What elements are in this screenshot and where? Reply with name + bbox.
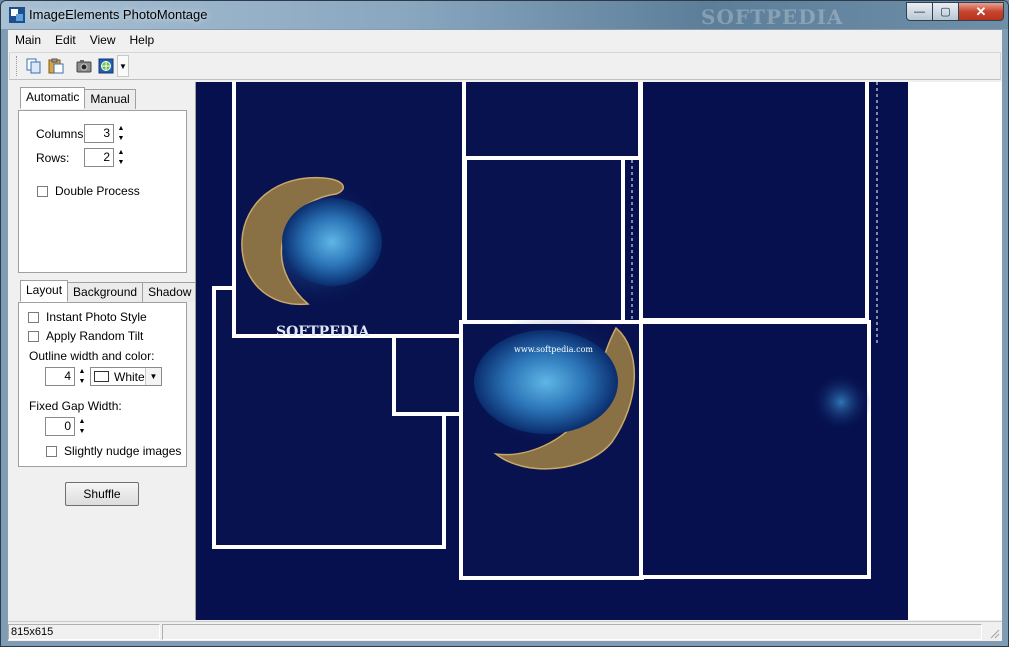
title-bar[interactable]: ImageElements PhotoMontage SOFTPEDIA — ▢… [1,1,1008,29]
paste-button[interactable] [45,55,67,77]
copy-icon [26,58,41,74]
outline-width-input[interactable]: 4 [45,367,75,386]
tab-manual[interactable]: Manual [84,89,136,109]
nudge-row[interactable]: Slightly nudge images [46,444,181,458]
mode-tabs: Automatic Manual [20,87,136,109]
menu-bar: Main Edit View Help [8,30,1002,50]
outline-width-spinner[interactable]: ▲ ▼ [77,367,87,386]
spin-up-icon[interactable]: ▲ [79,367,86,376]
instant-photo-row[interactable]: Instant Photo Style [28,310,147,324]
spin-down-icon[interactable]: ▼ [79,427,86,436]
tab-layout[interactable]: Layout [20,280,69,302]
app-icon [9,7,25,23]
rows-row: Rows: 2 ▲ ▼ [36,148,126,167]
close-button[interactable]: ✕ [958,2,1004,21]
title-watermark: SOFTPEDIA [701,5,844,29]
menu-edit[interactable]: Edit [48,30,83,50]
montage-canvas[interactable]: SOFTPEDIA www.softpedia.com [196,82,908,620]
status-message [162,624,982,640]
camera-icon [76,60,92,73]
columns-spinner[interactable]: ▲ ▼ [116,124,126,143]
gap-width-input[interactable]: 0 [45,417,75,436]
status-bar: 815x615 [8,621,1002,641]
rows-spinner[interactable]: ▲ ▼ [116,148,126,167]
window-title: ImageElements PhotoMontage [29,7,208,22]
outline-label-row: Outline width and color: [29,349,154,363]
camera-button[interactable] [73,55,95,77]
random-tilt-label: Apply Random Tilt [46,329,144,343]
spin-down-icon[interactable]: ▼ [118,134,125,143]
settings-panel: Automatic Manual Columns: 3 ▲ ▼ Rows: 2 … [8,82,198,620]
nudge-checkbox[interactable] [46,445,57,457]
gap-label: Fixed Gap Width: [29,399,122,413]
photo-frame-right[interactable] [639,320,871,579]
resize-grip-icon[interactable] [988,627,1000,639]
gap-row: 0 ▲ ▼ [45,417,87,436]
rows-input[interactable]: 2 [84,148,114,167]
style-tabs: Layout Background Shadow [20,280,198,302]
gap-width-spinner[interactable]: ▲ ▼ [77,417,87,436]
rows-label: Rows: [36,150,70,165]
outline-label: Outline width and color: [29,349,155,363]
instant-photo-label: Instant Photo Style [46,310,147,324]
client-area: Main Edit View Help ▼ Automatic Manual C… [7,29,1003,642]
copy-button[interactable] [23,55,45,77]
tab-automatic[interactable]: Automatic [20,87,86,109]
island-photo[interactable]: www.softpedia.com [459,312,646,580]
photo-frame[interactable] [639,82,869,322]
url-watermark: www.softpedia.com [514,345,593,354]
photo-frame[interactable] [392,334,468,416]
web-icon [98,58,114,74]
columns-input[interactable]: 3 [84,124,114,143]
status-dimensions: 815x615 [8,624,160,640]
chevron-down-icon[interactable]: ▼ [145,368,161,385]
menu-view[interactable]: View [83,30,123,50]
web-button[interactable] [95,55,117,77]
menu-help[interactable]: Help [123,30,162,50]
photo-frame[interactable] [463,156,625,340]
spin-down-icon[interactable]: ▼ [79,377,86,386]
double-process-checkbox[interactable] [37,185,48,197]
outline-color-select[interactable]: White ▼ [90,367,162,386]
island-photo[interactable]: SOFTPEDIA [232,82,466,340]
tab-shadow[interactable]: Shadow [142,282,198,302]
outline-row: 4 ▲ ▼ White ▼ [45,367,162,386]
columns-label: Columns: [36,126,87,141]
menu-main[interactable]: Main [8,30,48,50]
outline-color-swatch [94,371,109,382]
web-dropdown[interactable]: ▼ [117,55,129,77]
gap-label-row: Fixed Gap Width: [29,399,122,413]
outline-color-label: White [114,369,145,384]
columns-row: Columns: 3 ▲ ▼ [36,124,126,143]
app-window: ImageElements PhotoMontage SOFTPEDIA — ▢… [0,0,1009,647]
instant-photo-checkbox[interactable] [28,311,39,323]
automatic-tab-panel: Columns: 3 ▲ ▼ Rows: 2 ▲ ▼ Double Proces… [18,110,187,273]
random-tilt-row[interactable]: Apply Random Tilt [28,329,143,343]
toolbar: ▼ [9,52,1001,80]
preview-area[interactable]: SOFTPEDIA www.softpedia.com [195,82,1002,620]
spin-up-icon[interactable]: ▲ [118,148,125,157]
paste-icon [48,58,64,74]
random-tilt-checkbox[interactable] [28,330,39,342]
spin-up-icon[interactable]: ▲ [118,124,125,133]
window-controls: — ▢ ✕ [906,2,1004,22]
double-process-row[interactable]: Double Process [37,184,140,198]
shuffle-button[interactable]: Shuffle [65,482,139,506]
maximize-button[interactable]: ▢ [932,2,959,21]
montage-svg: SOFTPEDIA www.softpedia.com [212,82,878,580]
photo-frame[interactable] [462,82,642,160]
softpedia-watermark: SOFTPEDIA [276,324,371,340]
tab-background[interactable]: Background [67,282,144,302]
nudge-label: Slightly nudge images [64,444,182,458]
minimize-button[interactable]: — [906,2,933,21]
toolbar-grip[interactable] [16,56,19,76]
double-process-label: Double Process [55,184,140,198]
layout-tab-panel: Instant Photo Style Apply Random Tilt Ou… [18,302,187,467]
spin-up-icon[interactable]: ▲ [79,417,86,426]
spin-down-icon[interactable]: ▼ [118,158,125,167]
